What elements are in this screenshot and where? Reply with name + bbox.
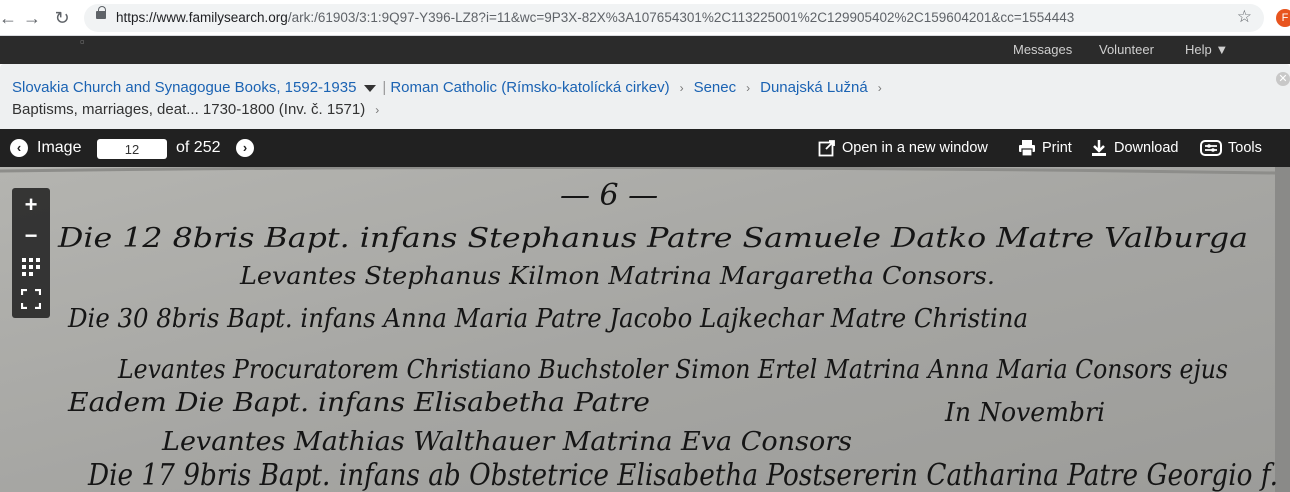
image-number-input[interactable] [97,139,167,159]
url-path: /ark:/61903/3:1:9Q97-Y396-LZ8?i=11&wc=9P… [287,10,1075,25]
chevron-right-icon: › [679,81,684,95]
chevron-right-icon: › [375,103,380,117]
breadcrumb-volume[interactable]: Baptisms, marriages, deat... 1730-1800 (… [12,101,365,118]
fullscreen-icon[interactable] [12,284,50,314]
record-image-viewer[interactable]: — 6 — Die 12 8bris Bapt. infans Stephanu… [0,167,1290,492]
url-text[interactable]: https://www.familysearch.org/ark:/61903/… [116,10,1074,25]
chevron-right-icon: › [877,81,882,95]
download-button[interactable]: Download [1090,139,1179,157]
fullscreen-glyph [20,288,42,310]
record-line: In Novembri [944,398,1105,428]
fragment-icon: ▫ [80,34,85,49]
tools-button[interactable]: Tools [1200,139,1262,157]
print-label: Print [1042,140,1072,156]
breadcrumb-collection[interactable]: Slovakia Church and Synagogue Books, 159… [12,79,356,96]
nav-messages[interactable]: Messages [1013,42,1072,57]
open-new-window-button[interactable]: Open in a new window [818,139,988,157]
zoom-out-icon[interactable]: − [12,221,50,251]
download-label: Download [1114,140,1179,156]
profile-avatar[interactable]: F [1276,9,1290,27]
nav-help[interactable]: Help ▼ [1185,42,1228,57]
record-line: Eadem Die Bapt. infans Elisabetha Patre [67,388,650,418]
record-line: Levantes Stephanus Kilmon Matrina Margar… [239,262,995,290]
image-label: Image [37,139,82,156]
download-icon [1092,140,1106,156]
breadcrumb-county[interactable]: Senec [694,79,737,96]
close-icon[interactable]: ✕ [1276,72,1290,86]
breadcrumb-religion[interactable]: Roman Catholic (Rímsko-katolícká cirkev) [390,79,669,96]
breadcrumb-town[interactable]: Dunajská Lužná [760,79,868,96]
zoom-tool-panel: + − [12,188,50,318]
record-line: Levantes Mathias Walthauer Matrina Eva C… [161,427,852,457]
browser-toolbar: ← → ↻ https://www.familysearch.org/ark:/… [0,0,1290,36]
printer-icon [1019,140,1035,157]
breadcrumb-panel: Slovakia Church and Synagogue Books, 159… [0,64,1290,129]
bookmark-star-icon[interactable]: ☆ [1237,7,1252,27]
tools-label: Tools [1228,140,1262,156]
tools-icon [1200,140,1222,156]
collection-dropdown-icon[interactable] [364,84,377,92]
forward-icon[interactable]: → [20,6,44,30]
site-top-nav: ▫ Messages Volunteer Help ▼ [0,34,1290,64]
grid-glyph [22,258,40,276]
breadcrumb-volume-row: Baptisms, marriages, deat... 1730-1800 (… [12,101,389,118]
open-new-window-label: Open in a new window [842,140,988,156]
record-line: Die 12 8bris Bapt. infans Stephanus Patr… [57,223,1248,254]
zoom-in-icon[interactable]: + [12,190,50,220]
chevron-right-icon: › [746,81,751,95]
external-window-icon [818,140,835,157]
divider: | [382,79,387,96]
lock-icon [96,6,106,19]
next-image-icon[interactable]: › [236,139,254,157]
record-line: Die 30 8bris Bapt. infans Anna Maria Pat… [67,304,1028,334]
breadcrumb: Slovakia Church and Synagogue Books, 159… [12,79,892,96]
nav-volunteer[interactable]: Volunteer [1099,42,1154,57]
previous-image-icon[interactable]: ‹ [10,139,28,157]
record-image: — 6 — Die 12 8bris Bapt. infans Stephanu… [0,167,1290,492]
address-bar[interactable]: https://www.familysearch.org/ark:/61903/… [84,4,1264,32]
print-button[interactable]: Print [1018,139,1072,157]
back-icon[interactable]: ← [0,6,20,30]
record-line: Levantes Procuratorem Christiano Buchsto… [117,355,1228,385]
gallery-grid-icon[interactable] [12,252,50,282]
image-toolbar: ‹ Image of 252 › Open in a new window Pr… [0,129,1290,167]
url-host: https://www.familysearch.org [116,10,288,25]
page-heading-text: — 6 — [560,178,658,213]
image-total: of 252 [176,139,221,156]
record-line: Die 17 9bris Bapt. infans ab Obstetrice … [87,458,1278,492]
reload-icon[interactable]: ↻ [50,6,74,30]
